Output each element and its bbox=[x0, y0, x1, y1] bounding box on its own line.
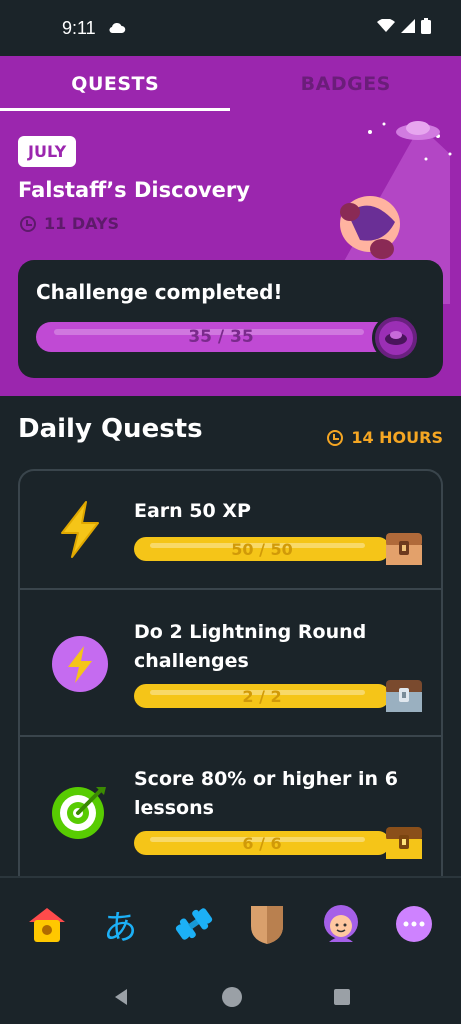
recents-icon[interactable] bbox=[333, 988, 351, 1006]
daily-quest-list: Earn 50 XP 50 / 50 Do 2 Lightning Round … bbox=[18, 469, 443, 877]
nav-practice[interactable] bbox=[169, 899, 219, 949]
nav-profile[interactable] bbox=[316, 899, 366, 949]
monthly-challenge-title: Falstaff’s Discovery bbox=[18, 178, 250, 202]
battery-icon bbox=[421, 17, 431, 39]
home-button-icon[interactable] bbox=[221, 986, 243, 1008]
quest-progress-text: 2 / 2 bbox=[242, 686, 282, 706]
quest-progress-bar: 2 / 2 bbox=[134, 684, 390, 708]
back-icon[interactable] bbox=[111, 987, 131, 1007]
month-badge: JULY bbox=[18, 136, 77, 167]
wifi-icon bbox=[377, 18, 395, 38]
quest-item[interactable]: Earn 50 XP 50 / 50 bbox=[20, 471, 441, 590]
challenge-card[interactable]: Challenge completed! 35 / 35 bbox=[18, 260, 443, 378]
lightning-icon bbox=[61, 501, 99, 558]
tab-bar: QUESTS BADGES bbox=[0, 56, 461, 112]
nav-home[interactable] bbox=[22, 899, 72, 949]
clock-icon bbox=[20, 215, 36, 232]
nav-more[interactable] bbox=[389, 899, 439, 949]
days-left: 11 DAYS bbox=[20, 214, 119, 233]
home-icon bbox=[28, 908, 65, 942]
more-icon bbox=[396, 906, 433, 942]
challenge-medal-icon bbox=[372, 314, 420, 362]
target-icon bbox=[52, 787, 106, 839]
lightning-badge-icon bbox=[52, 636, 108, 692]
status-time: 9:11 bbox=[62, 17, 96, 38]
status-bar: 9:11 bbox=[0, 0, 461, 56]
bottom-nav: あ bbox=[0, 878, 461, 970]
profile-icon bbox=[323, 905, 358, 942]
cloud-icon bbox=[108, 22, 126, 34]
quest-progress-text: 6 / 6 bbox=[242, 833, 282, 853]
daily-time-left: 14 HOURS bbox=[327, 428, 443, 447]
system-navigation-bar bbox=[0, 970, 461, 1024]
tab-quests[interactable]: QUESTS bbox=[0, 56, 231, 112]
signal-icon bbox=[401, 18, 415, 38]
nav-characters[interactable]: あ bbox=[95, 899, 145, 949]
quest-title: Do 2 Lightning Round challenges bbox=[134, 621, 367, 672]
treasure-chest-icon bbox=[386, 827, 422, 859]
quest-progress-text: 50 / 50 bbox=[231, 539, 293, 559]
daily-time-left-text: 14 HOURS bbox=[351, 428, 443, 447]
nav-leaderboard[interactable] bbox=[242, 899, 292, 949]
daily-quests-title: Daily Quests bbox=[18, 414, 203, 444]
treasure-chest-icon bbox=[386, 533, 422, 565]
quest-progress-bar: 6 / 6 bbox=[134, 831, 390, 855]
characters-icon: あ bbox=[103, 907, 138, 948]
dumbbell-icon bbox=[175, 908, 212, 940]
shield-icon bbox=[251, 906, 284, 944]
tab-indicator bbox=[0, 108, 230, 111]
quest-progress-bar: 50 / 50 bbox=[134, 537, 390, 561]
clock-icon bbox=[327, 429, 344, 446]
challenge-progress-text: 35 / 35 bbox=[188, 327, 254, 347]
treasure-chest-icon bbox=[386, 680, 422, 712]
quest-title: Earn 50 XP bbox=[134, 500, 251, 522]
challenge-title: Challenge completed! bbox=[36, 280, 283, 304]
days-left-text: 11 DAYS bbox=[44, 214, 120, 233]
challenge-progress-bar: 35 / 35 bbox=[36, 322, 406, 352]
quest-title: Score 80% or higher in 6 lessons bbox=[134, 768, 398, 819]
quest-item[interactable]: Score 80% or higher in 6 lessons 6 / 6 bbox=[20, 737, 441, 877]
monthly-challenge-section: QUESTS BADGES JULY Falstaff’s Discovery … bbox=[0, 56, 461, 396]
quest-item[interactable]: Do 2 Lightning Round challenges 2 / 2 bbox=[20, 590, 441, 737]
tab-badges[interactable]: BADGES bbox=[231, 56, 461, 112]
